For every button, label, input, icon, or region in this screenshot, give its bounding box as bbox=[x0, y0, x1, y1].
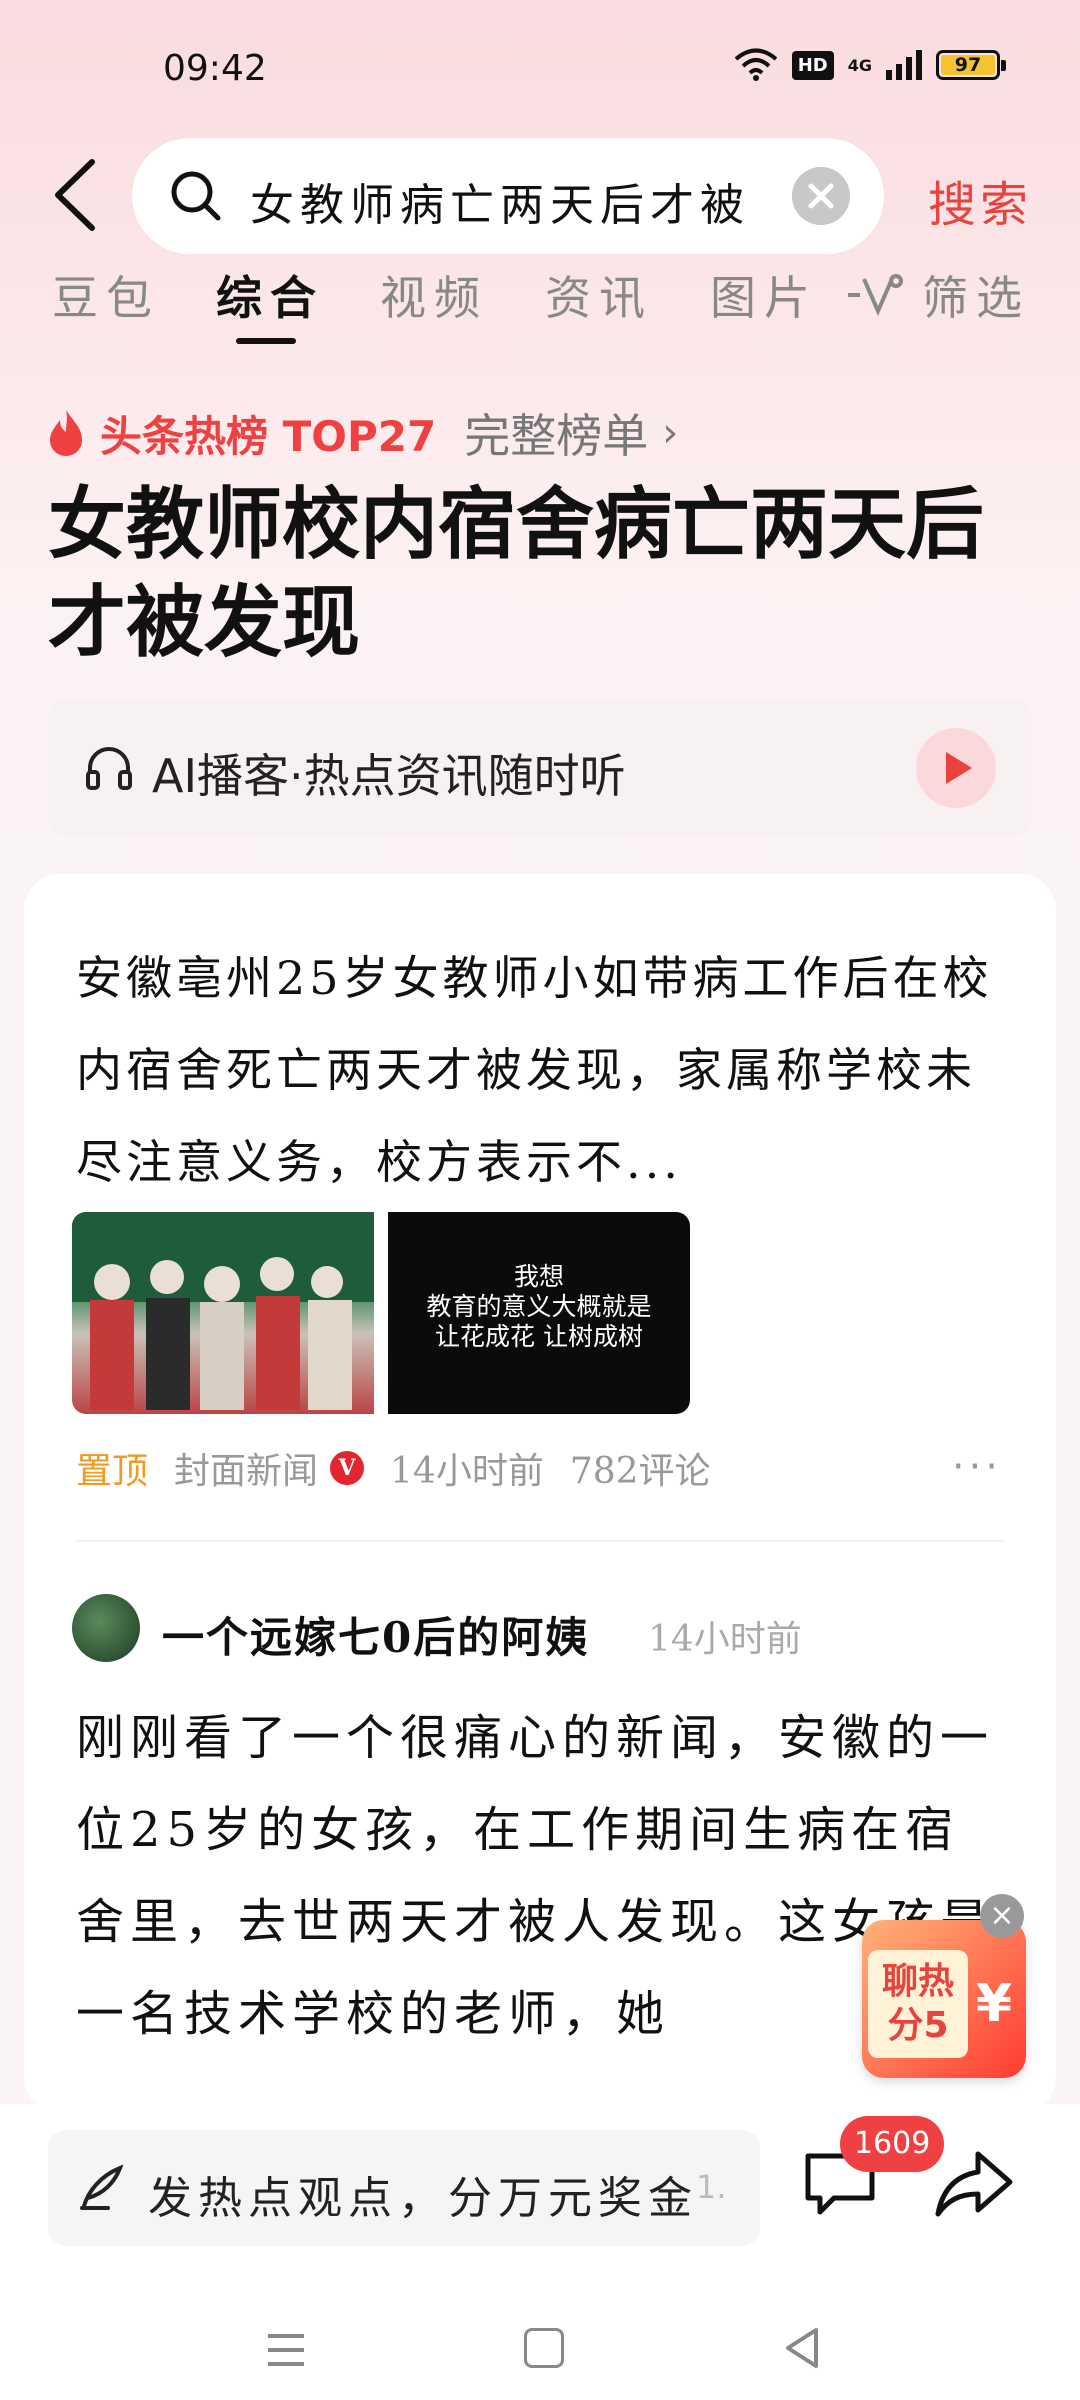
play-button[interactable] bbox=[916, 728, 996, 808]
red-packet-line1: 聊热 bbox=[881, 1961, 954, 2002]
flame-icon bbox=[50, 410, 82, 456]
back-icon[interactable] bbox=[50, 158, 100, 232]
article-meta: 置顶 封面新闻 V 14小时前 782评论 bbox=[76, 1442, 711, 1494]
page-title: 女教师校内宿舍病亡两天后才被发现 bbox=[48, 480, 985, 668]
article-source[interactable]: 封面新闻 bbox=[174, 1442, 318, 1494]
active-tab-indicator bbox=[236, 338, 296, 344]
hd-icon: HD bbox=[791, 50, 834, 80]
share-icon[interactable] bbox=[934, 2148, 1014, 2218]
article-time: 14小时前 bbox=[390, 1451, 544, 1492]
bottom-bar: 发热点观点，分万元奖金 1. 1609 bbox=[0, 2104, 1080, 2400]
article-summary[interactable]: 安徽亳州25岁女教师小如带病工作后在校内宿舍死亡两天才被发现，家属称学校未尽注意… bbox=[76, 932, 996, 1208]
menu-icon[interactable] bbox=[264, 2330, 308, 2370]
podcast-label: AI播客·热点资讯随时听 bbox=[152, 749, 626, 803]
search-button[interactable]: 搜索 bbox=[928, 165, 1032, 235]
tab-news[interactable]: 资讯 bbox=[545, 262, 653, 328]
search-input[interactable]: 女教师病亡两天后才被 bbox=[250, 169, 770, 233]
article-image-1[interactable] bbox=[72, 1212, 374, 1414]
tab-comprehensive[interactable]: 综合 bbox=[216, 262, 324, 328]
status-time: 09:42 bbox=[163, 48, 267, 89]
network-type: 4G bbox=[847, 55, 872, 75]
close-icon[interactable]: × bbox=[980, 1894, 1024, 1938]
pinned-label: 置顶 bbox=[76, 1451, 149, 1492]
play-icon bbox=[946, 752, 972, 784]
status-bar: 09:42 HD 4G 97 bbox=[0, 0, 1080, 130]
hotlist-title: 头条热榜 TOP27 bbox=[100, 411, 437, 461]
chevron-right-icon: › bbox=[662, 410, 679, 456]
yen-icon: ¥ bbox=[975, 1974, 1012, 2034]
divider bbox=[76, 1540, 1004, 1542]
system-navbar bbox=[0, 2290, 1080, 2400]
post-text[interactable]: 刚刚看了一个很痛心的新闻，安徽的一位25岁的女孩，在工作期间生病在宿舍里，去世两… bbox=[76, 1692, 996, 2060]
post-author[interactable]: 一个远嫁七0后的阿姨 bbox=[162, 1604, 589, 1665]
filter-icon bbox=[848, 274, 903, 316]
search-icon bbox=[171, 171, 221, 221]
tab-video[interactable]: 视频 bbox=[380, 262, 488, 328]
filter-label: 筛选 bbox=[922, 271, 1030, 325]
article-comments: 782评论 bbox=[569, 1451, 711, 1492]
verified-icon: V bbox=[330, 1451, 365, 1485]
post-time: 14小时前 bbox=[648, 1619, 802, 1660]
red-packet-line2: 分5 bbox=[887, 2005, 949, 2046]
more-options-icon[interactable]: ··· bbox=[952, 1444, 1002, 1490]
comment-input[interactable]: 发热点观点，分万元奖金 1. bbox=[48, 2130, 760, 2246]
article-image-2[interactable]: 我想 教育的意义大概就是 让花成花 让树成树 bbox=[388, 1212, 690, 1414]
photo-crowd-image bbox=[72, 1212, 374, 1410]
comment-placeholder: 发热点观点，分万元奖金 bbox=[148, 2173, 698, 2224]
wifi-icon bbox=[734, 48, 778, 81]
home-icon[interactable] bbox=[524, 2328, 564, 2368]
page: 09:42 HD 4G 97 女教师病亡两天后才被 搜索 豆包 综合 视频 资讯… bbox=[0, 0, 1080, 2400]
search-tabs: 豆包 综合 视频 资讯 图片 筛选 bbox=[0, 262, 1080, 344]
red-packet-widget[interactable]: 聊热 分5 ¥ × bbox=[862, 1894, 1028, 2084]
comment-extra: 1. bbox=[696, 2168, 727, 2206]
pen-icon bbox=[80, 2164, 124, 2210]
hotlist-row[interactable]: 头条热榜 TOP27 完整榜单 › bbox=[46, 400, 678, 466]
battery-level: 97 bbox=[941, 55, 995, 75]
filter-button[interactable]: 筛选 bbox=[846, 262, 1030, 328]
red-packet-body[interactable]: 聊热 分5 ¥ bbox=[862, 1920, 1026, 2078]
signal-icon bbox=[886, 50, 922, 80]
ai-podcast-bar[interactable]: AI播客·热点资讯随时听 bbox=[48, 700, 1032, 836]
nav-back-icon[interactable] bbox=[782, 2326, 822, 2370]
avatar[interactable] bbox=[72, 1594, 140, 1662]
tab-images[interactable]: 图片 bbox=[710, 262, 818, 328]
battery-icon: 97 bbox=[936, 50, 1006, 80]
tab-doubao[interactable]: 豆包 bbox=[52, 262, 160, 328]
search-box[interactable]: 女教师病亡两天后才被 bbox=[132, 138, 884, 254]
status-icons: HD 4G 97 bbox=[734, 48, 1006, 82]
hotlist-full-link[interactable]: 完整榜单 bbox=[464, 400, 648, 466]
image-caption: 我想 教育的意义大概就是 让花成花 让树成树 bbox=[426, 1262, 652, 1351]
red-packet-card: 聊热 分5 bbox=[868, 1950, 968, 2058]
comment-count-badge: 1609 bbox=[840, 2116, 945, 2172]
clear-icon[interactable] bbox=[792, 167, 850, 225]
headphones-icon bbox=[86, 747, 132, 790]
